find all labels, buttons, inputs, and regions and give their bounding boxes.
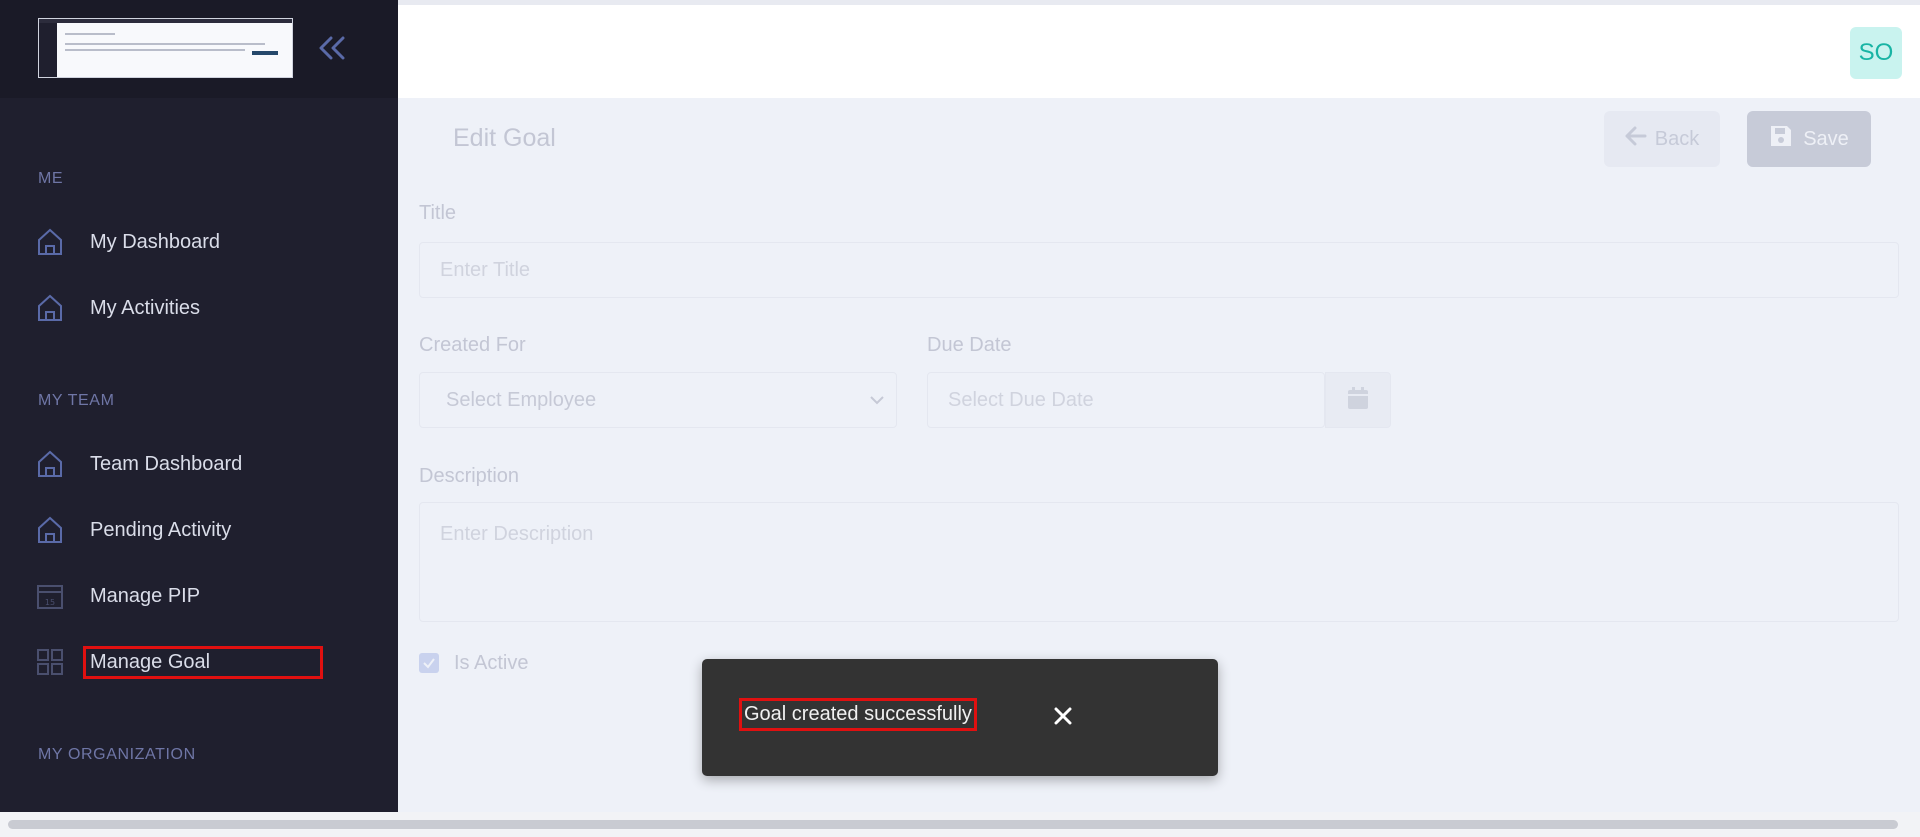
calendar-button[interactable]: [1325, 372, 1391, 428]
section-label-my-organization: MY ORGANIZATION: [38, 746, 196, 763]
description-label: Description: [419, 465, 520, 487]
avatar[interactable]: SO: [1850, 27, 1902, 79]
sidebar-item-label: My Dashboard: [90, 230, 221, 253]
sidebar-item-pending-activity[interactable]: Pending Activity: [28, 508, 368, 552]
save-icon: [1769, 124, 1793, 154]
sidebar-item-manage-goal[interactable]: Manage Goal: [28, 640, 368, 684]
sidebar-item-my-activities[interactable]: My Activities: [28, 286, 368, 330]
back-button[interactable]: Back: [1604, 111, 1720, 167]
sidebar-item-label: Team Dashboard: [90, 452, 243, 475]
employee-select[interactable]: Select Employee: [419, 372, 897, 428]
save-button[interactable]: Save: [1747, 111, 1871, 167]
employee-select-value: Select Employee: [446, 388, 597, 411]
sidebar-item-label: Pending Activity: [90, 518, 232, 541]
description-input[interactable]: Enter Description: [419, 502, 1899, 622]
sidebar-item-label: My Activities: [90, 296, 201, 319]
section-label-me: ME: [38, 170, 64, 187]
title-input[interactable]: Enter Title: [419, 242, 1899, 298]
home-icon: [28, 508, 72, 552]
created-for-label: Created For: [419, 334, 526, 356]
toast-message: Goal created successfully: [739, 698, 977, 731]
back-button-label: Back: [1654, 127, 1700, 150]
home-icon: [28, 286, 72, 330]
sidebar-item-team-dashboard[interactable]: Team Dashboard: [28, 442, 368, 486]
sidebar-header: [0, 0, 398, 98]
arrow-left-icon: [1625, 126, 1647, 152]
logo-thumbnail: [38, 18, 293, 78]
sidebar: ME My Dashboard My Activities MY TEAM Te…: [0, 0, 398, 812]
chevron-down-icon: [868, 391, 886, 415]
sidebar-item-label: Manage Goal: [82, 645, 324, 679]
scrollbar-thumb[interactable]: [8, 820, 1898, 829]
due-date-label: Due Date: [927, 334, 1012, 356]
calendar-icon: [1347, 386, 1369, 414]
grid-icon: [28, 640, 72, 684]
is-active-checkbox[interactable]: [419, 653, 439, 673]
title-label: Title: [419, 202, 457, 224]
close-icon[interactable]: [1048, 701, 1078, 731]
sidebar-item-label: Manage PIP: [90, 584, 201, 607]
page-title: Edit Goal: [453, 124, 556, 152]
double-chevron-left-icon[interactable]: [314, 30, 350, 66]
home-icon: [28, 220, 72, 264]
sidebar-item-my-dashboard[interactable]: My Dashboard: [28, 220, 368, 264]
due-date-input[interactable]: Select Due Date: [927, 372, 1325, 428]
save-button-label: Save: [1803, 127, 1849, 150]
section-label-my-team: MY TEAM: [38, 392, 115, 409]
toast-notification: Goal created successfully: [702, 659, 1218, 776]
top-header: SO: [398, 0, 1920, 98]
calendar-icon: 15: [28, 574, 72, 618]
svg-text:15: 15: [45, 598, 55, 607]
is-active-label: Is Active: [454, 652, 529, 674]
horizontal-scrollbar[interactable]: [0, 812, 1920, 837]
home-icon: [28, 442, 72, 486]
sidebar-item-manage-pip[interactable]: 15 Manage PIP: [28, 574, 368, 618]
